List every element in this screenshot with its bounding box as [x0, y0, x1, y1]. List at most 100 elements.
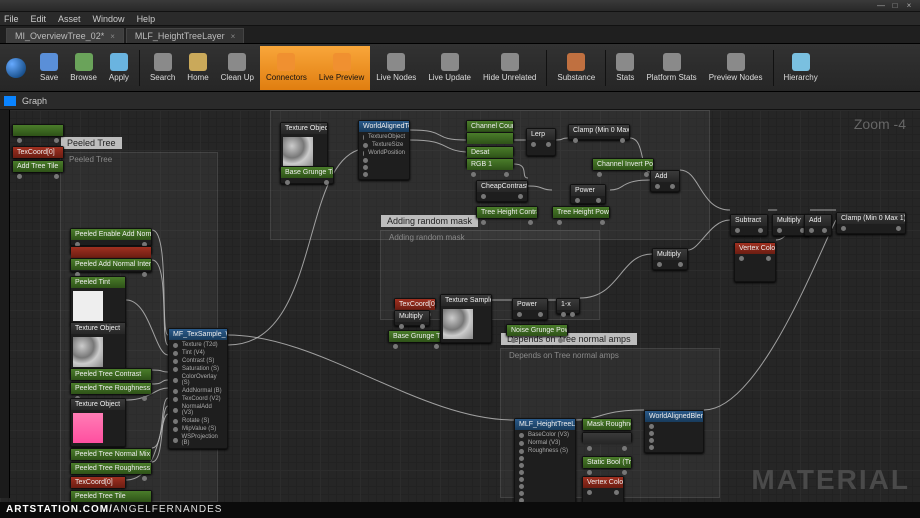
toolbar-connectors[interactable]: Connectors	[260, 46, 313, 90]
input-pin-icon[interactable]	[481, 194, 486, 199]
graph-node[interactable]: Tree Height Power	[552, 206, 610, 218]
node-pin-row[interactable]	[805, 227, 831, 234]
node-pin-row[interactable]	[583, 489, 623, 496]
input-pin-icon[interactable]	[809, 228, 814, 233]
node-pin-row[interactable]: WSProjection (B)	[169, 433, 227, 447]
output-pin-icon[interactable]	[538, 312, 543, 317]
output-pin-icon[interactable]	[622, 446, 627, 451]
input-pin-icon[interactable]	[573, 138, 578, 143]
output-pin-icon[interactable]	[142, 396, 147, 401]
node-pin-row[interactable]	[569, 137, 629, 144]
node-pin-row[interactable]: Texture (T2d)	[169, 341, 227, 349]
output-pin-icon[interactable]	[670, 184, 675, 189]
input-pin-icon[interactable]	[735, 228, 740, 233]
node-pin-row[interactable]: TexCoord (V2)	[169, 395, 227, 403]
input-pin-icon[interactable]	[363, 158, 368, 163]
node-pin-row[interactable]	[645, 437, 703, 444]
toolbar-hierarchy[interactable]: Hierarchy	[778, 46, 824, 90]
graph-node[interactable]: Texture Sample	[440, 294, 492, 343]
graph-node[interactable]: WorldAlignedTextureTextureObjectTextureS…	[358, 120, 410, 180]
output-pin-icon[interactable]	[896, 226, 901, 231]
input-pin-icon[interactable]	[363, 151, 364, 156]
toolbar-substance[interactable]: Substance	[551, 46, 601, 90]
graph-node[interactable]: Multiply	[652, 248, 688, 270]
graph-node[interactable]: MLF_HeightTreeLayerBaseColor (V3)Normal …	[514, 418, 576, 506]
output-pin-icon[interactable]	[504, 172, 509, 177]
input-pin-icon[interactable]	[739, 256, 744, 261]
output-pin-icon[interactable]	[546, 142, 551, 147]
toolbar-search[interactable]: Search	[144, 46, 181, 90]
close-icon[interactable]: ×	[231, 32, 236, 41]
node-pin-row[interactable]: WorldPosition	[359, 149, 409, 157]
node-pin-row[interactable]	[645, 430, 703, 437]
graph-node[interactable]: Texture Object	[70, 398, 126, 447]
graph-node[interactable]: WorldAlignedBlend	[644, 410, 704, 453]
node-pin-row[interactable]: ColorOverlay (S)	[169, 373, 227, 387]
menu-edit[interactable]: Edit	[31, 14, 47, 24]
input-pin-icon[interactable]	[649, 438, 654, 443]
graph-node[interactable]: Lerp	[526, 128, 556, 156]
output-pin-icon[interactable]	[758, 228, 763, 233]
input-pin-icon[interactable]	[657, 262, 662, 267]
input-pin-icon[interactable]	[519, 491, 524, 496]
node-pin-row[interactable]	[653, 261, 687, 268]
output-pin-icon[interactable]	[528, 220, 533, 225]
input-pin-icon[interactable]	[519, 463, 524, 468]
toolbar-home[interactable]: Home	[181, 46, 214, 90]
maximize-button[interactable]: □	[888, 1, 902, 11]
input-pin-icon[interactable]	[285, 180, 290, 185]
output-pin-icon[interactable]	[518, 194, 523, 199]
tab-mi-overview[interactable]: MI_OverviewTree_02* ×	[6, 28, 124, 43]
graph-node[interactable]: Subtract	[730, 214, 768, 236]
output-pin-icon[interactable]	[596, 198, 601, 203]
graph-node[interactable]: Add	[650, 170, 680, 192]
graph-node[interactable]: Vertex Color	[734, 242, 776, 282]
output-pin-icon[interactable]	[142, 476, 147, 481]
output-pin-icon[interactable]	[614, 490, 619, 495]
node-pin-row[interactable]	[593, 171, 653, 178]
output-pin-icon[interactable]	[766, 256, 771, 261]
graph-node[interactable]: Power	[570, 184, 606, 204]
output-pin-icon[interactable]	[620, 138, 625, 143]
graph-node[interactable]: Texture Object	[70, 322, 126, 371]
node-pin-row[interactable]	[515, 455, 575, 462]
input-pin-icon[interactable]	[519, 433, 524, 438]
graph-node[interactable]: TexCoord[0]	[394, 298, 436, 308]
node-pin-row[interactable]	[571, 197, 605, 204]
toolbar-apply[interactable]: Apply	[103, 46, 135, 90]
tab-mlf-heighttree[interactable]: MLF_HeightTreeLayer ×	[126, 28, 244, 43]
output-pin-icon[interactable]	[54, 174, 59, 179]
node-pin-row[interactable]	[359, 164, 409, 171]
input-pin-icon[interactable]	[173, 438, 178, 443]
node-pin-row[interactable]	[645, 444, 703, 451]
node-pin-row[interactable]	[557, 311, 579, 318]
node-pin-row[interactable]	[515, 469, 575, 476]
toolbar-save[interactable]: Save	[34, 46, 64, 90]
graph-node[interactable]: Static Bool (True)	[582, 456, 632, 468]
input-pin-icon[interactable]	[393, 344, 398, 349]
node-pin-row[interactable]	[645, 423, 703, 430]
input-pin-icon[interactable]	[519, 449, 524, 454]
node-pin-row[interactable]: NormalAdd (V3)	[169, 403, 227, 417]
input-pin-icon[interactable]	[363, 135, 364, 140]
input-pin-icon[interactable]	[173, 427, 178, 432]
node-pin-row[interactable]: BaseColor (V3)	[515, 431, 575, 439]
output-pin-icon[interactable]	[54, 138, 59, 143]
input-pin-icon[interactable]	[649, 424, 654, 429]
input-pin-icon[interactable]	[649, 431, 654, 436]
graph-node[interactable]: Power	[512, 298, 548, 320]
graph-node[interactable]: Clamp (Min 0 Max 1)	[568, 124, 630, 140]
node-pin-row[interactable]	[553, 219, 609, 226]
node-pin-row[interactable]	[583, 445, 631, 452]
graph-node[interactable]: Noise Grunge Power	[506, 324, 568, 336]
input-pin-icon[interactable]	[649, 445, 654, 450]
node-pin-row[interactable]	[359, 171, 409, 178]
close-icon[interactable]: ×	[110, 32, 115, 41]
node-pin-row[interactable]: Normal (V3)	[515, 439, 575, 447]
graph-node[interactable]: Peeled Tree Roughness Mix	[70, 462, 152, 474]
node-pin-row[interactable]	[477, 219, 537, 226]
input-pin-icon[interactable]	[173, 351, 178, 356]
node-pin-row[interactable]	[515, 476, 575, 483]
input-pin-icon[interactable]	[531, 142, 536, 147]
output-pin-icon[interactable]	[622, 470, 627, 475]
